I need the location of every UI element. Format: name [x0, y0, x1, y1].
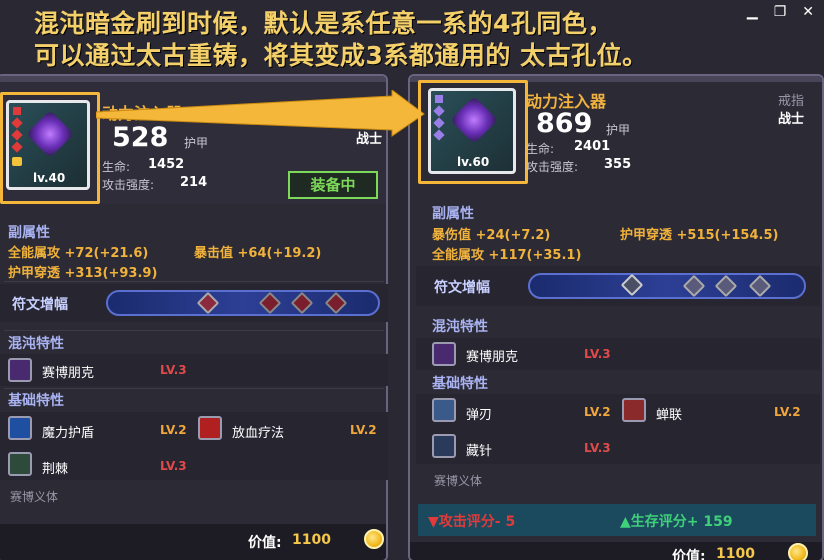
right-hp-value: 2401: [574, 139, 611, 154]
right-class: 战士: [778, 112, 805, 127]
right-chaos-trait-name: 赛博朋克: [466, 350, 519, 365]
right-price: 1100: [716, 546, 755, 560]
left-basic-trait-name: 魔力护盾: [42, 426, 95, 441]
left-basic-trait-name: 荆棘: [42, 462, 69, 477]
socket-purple-icon: [433, 129, 445, 141]
coin-icon: [788, 543, 808, 560]
right-footer: [410, 542, 822, 560]
survive-score: ▲生存评分+ 159: [620, 514, 733, 530]
right-atk-label: 攻击强度:: [526, 160, 579, 174]
left-rune-title: 符文增幅: [12, 297, 68, 313]
socket-red-icon: [11, 129, 23, 141]
left-stat: 护甲穿透 +313(+93.9): [8, 266, 158, 281]
equipped-badge: 装备中: [288, 171, 378, 199]
right-armor-value: 869: [536, 108, 593, 139]
right-price-label: 价值:: [672, 549, 706, 560]
cyberpunk-icon[interactable]: [432, 342, 456, 366]
equipped-label: 装备中: [310, 176, 356, 194]
left-price-label: 价值:: [248, 535, 282, 551]
right-basic-title: 基础特性: [432, 376, 488, 392]
left-chaos-title: 混沌特性: [8, 336, 64, 352]
right-basic-trait-lv: LV.3: [584, 441, 611, 455]
right-chaos-title: 混沌特性: [432, 319, 488, 335]
arrow-icon: [96, 90, 425, 137]
bloodletting-icon[interactable]: [198, 416, 222, 440]
left-level: lv.40: [33, 171, 66, 185]
thorns-icon[interactable]: [8, 452, 32, 476]
left-divider-3: [4, 388, 384, 389]
caption-line-1: 混沌暗金刷到时候，默认是系任意一系的4孔同色，: [34, 9, 613, 38]
cyberpunk-icon[interactable]: [8, 358, 32, 382]
close-button[interactable]: ✕: [802, 4, 814, 20]
left-basic-title: 基础特性: [8, 393, 64, 409]
left-atk-value: 214: [180, 175, 208, 190]
right-chaos-trait-lv: LV.3: [584, 347, 611, 361]
attack-score: ▼攻击评分- 5: [428, 514, 516, 530]
right-item-icon[interactable]: lv.60: [428, 88, 516, 174]
socket-red-icon: [13, 107, 21, 115]
right-stat: 暴伤值 +24(+7.2): [432, 228, 551, 243]
right-hp-label: 生命:: [526, 142, 555, 156]
right-basic-trait-lv: LV.2: [774, 405, 801, 419]
left-chaos-trait-lv: LV.3: [160, 363, 187, 377]
minimize-button[interactable]: ▁: [747, 4, 758, 20]
restore-button[interactable]: ❐: [774, 4, 787, 20]
right-slot: 戒指: [778, 94, 805, 109]
right-sub-title: 副属性: [432, 206, 474, 222]
right-stat: 全能属攻 +117(+35.1): [432, 248, 582, 263]
left-sub-title: 副属性: [8, 225, 50, 241]
left-hp-label: 生命:: [102, 160, 131, 174]
left-set-name: 赛博义体: [10, 490, 59, 504]
left-price: 1100: [292, 532, 331, 548]
right-basic-trait-name: 蝉联: [656, 408, 683, 423]
socket-red-icon: [11, 117, 23, 129]
right-stat: 护甲穿透 +515(+154.5): [620, 228, 779, 243]
socket-purple-icon: [435, 95, 443, 103]
caption-line-2: 可以通过太古重铸，将其变成3系都通用的 太古孔位。: [34, 41, 648, 70]
right-basic-trait-lv: LV.2: [584, 405, 611, 419]
right-rune-title: 符文增幅: [434, 280, 490, 296]
crystal-icon: [25, 109, 75, 159]
left-stat: 暴击值 +64(+19.2): [194, 246, 322, 261]
mana-shield-icon[interactable]: [8, 416, 32, 440]
left-basic-trait-lv: LV.2: [160, 423, 187, 437]
socket-purple-icon: [433, 105, 445, 117]
left-divider: [4, 281, 384, 282]
right-basic-trait-name: 藏针: [466, 444, 493, 459]
left-stat: 全能属攻 +72(+21.6): [8, 246, 149, 261]
hidden-needle-icon[interactable]: [432, 434, 456, 458]
socket-purple-icon: [433, 117, 445, 129]
left-chaos-trait-name: 赛博朋克: [42, 366, 95, 381]
arrow-shape: [96, 90, 425, 137]
left-divider-2: [4, 330, 384, 331]
right-armor-label: 护甲: [606, 123, 631, 137]
crystal-icon: [449, 95, 499, 145]
left-atk-label: 攻击强度:: [102, 178, 155, 192]
right-set-name: 赛博义体: [434, 474, 483, 488]
game-screen: 混沌暗金刷到时候，默认是系任意一系的4孔同色， 可以通过太古重铸，将其变成3系都…: [0, 0, 824, 560]
blade-icon[interactable]: [432, 398, 456, 422]
right-basic-trait-name: 弹刃: [466, 408, 493, 423]
socket-red-icon: [11, 141, 23, 153]
left-basic-trait-lv: LV.2: [350, 423, 377, 437]
lock-icon: [12, 157, 22, 166]
left-item-icon[interactable]: lv.40: [6, 100, 90, 190]
right-atk-value: 355: [604, 157, 632, 172]
coin-icon: [364, 529, 384, 549]
left-hp-value: 1452: [148, 157, 185, 172]
streak-icon[interactable]: [622, 398, 646, 422]
right-level: lv.60: [457, 155, 490, 169]
left-basic-trait-name: 放血疗法: [232, 426, 285, 441]
left-basic-trait-lv: LV.3: [160, 459, 187, 473]
window-controls: ▁ ❐ ✕: [747, 4, 814, 20]
